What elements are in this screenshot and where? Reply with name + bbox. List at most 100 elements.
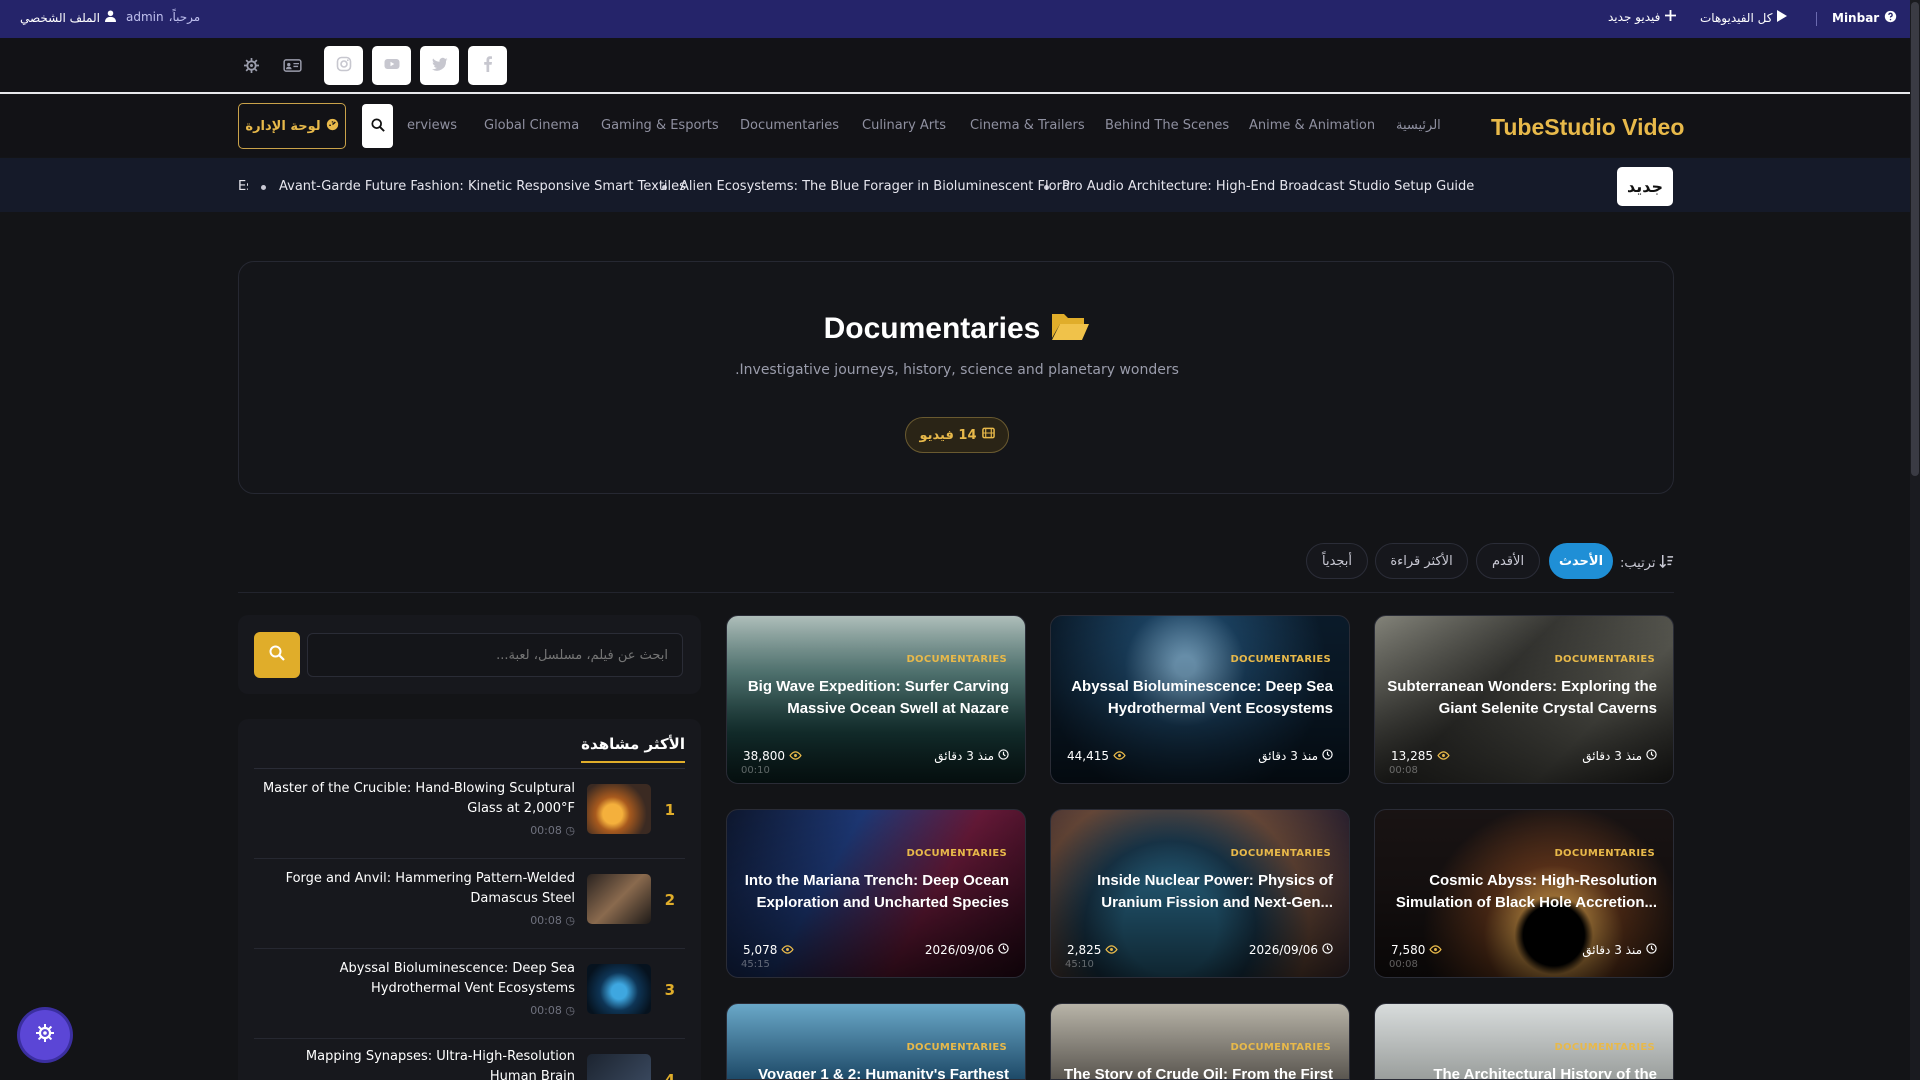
views-count: 44,415 [1067, 749, 1109, 763]
card-date: منذ 3 دقائق [1582, 943, 1657, 957]
card-date: منذ 3 دقائق [1582, 749, 1657, 763]
card-category: DOCUMENTARIES [1230, 1042, 1331, 1053]
ticker-item[interactable]: Es [238, 179, 248, 194]
theme-settings-button[interactable] [20, 1010, 70, 1060]
video-card[interactable]: DOCUMENTARIES The Story of Crude Oil: Fr… [1050, 1003, 1350, 1080]
nav-link-documentaries[interactable]: Documentaries [740, 118, 839, 133]
profile-link[interactable]: الملف الشخصي [20, 10, 116, 25]
nav-link-anime[interactable]: Anime & Animation [1249, 118, 1375, 133]
sort-label: ترتيب: [1620, 554, 1674, 573]
card-category: DOCUMENTARIES [906, 1042, 1007, 1053]
category-description: Investigative journeys, history, science… [735, 362, 1179, 378]
card-category: DOCUMENTARIES [1554, 1042, 1655, 1053]
video-thumbnail [587, 964, 651, 1014]
play-icon [1777, 10, 1788, 25]
id-card-icon[interactable] [282, 56, 302, 74]
eye-icon [781, 943, 795, 957]
nav-link-culinary[interactable]: Culinary Arts [862, 118, 946, 133]
youtube-button[interactable] [372, 46, 411, 85]
video-card[interactable]: DOCUMENTARIES Cosmic Abyss: High-Resolut… [1374, 809, 1674, 978]
card-views: 13,285 [1391, 749, 1450, 763]
film-icon [981, 427, 995, 443]
sidebar-search-input[interactable] [307, 633, 683, 677]
ticker-item[interactable]: Alien Ecosystems: The Blue Forager in Bi… [680, 179, 1070, 194]
video-card[interactable]: DOCUMENTARIES Big Wave Expedition: Surfe… [726, 615, 1026, 784]
video-duration: 00:08 ◷ [530, 1004, 575, 1017]
most-viewed-item[interactable]: 2 Forge and Anvil: Hammering Pattern-Wel… [254, 859, 685, 949]
duration-text: 00:08 [530, 824, 562, 837]
section-divider [238, 592, 1674, 593]
nav-link-gaming[interactable]: Gaming & Esports [601, 118, 719, 133]
most-viewed-item[interactable]: 4 Mapping Synapses: Ultra-High-Resolutio… [254, 1039, 685, 1080]
date-text: منذ 3 دقائق [1582, 943, 1642, 957]
gear-icon [36, 1024, 54, 1046]
nav-search-button[interactable] [362, 104, 393, 148]
sidebar-search-box [238, 615, 701, 694]
video-thumbnail [587, 1054, 651, 1080]
card-views: 2,825 [1067, 943, 1119, 957]
video-card[interactable]: DOCUMENTARIES The Architectural History … [1374, 1003, 1674, 1080]
video-count-badge: 14 فيديو [905, 417, 1009, 453]
nav-link-home[interactable]: الرئيسية [1396, 118, 1441, 133]
card-views: 44,415 [1067, 749, 1126, 763]
nav-link-global-cinema[interactable]: Global Cinema [484, 118, 579, 133]
facebook-button[interactable] [468, 46, 507, 85]
nav-link-interviews[interactable]: erviews [407, 118, 457, 133]
card-title: Abyssal Bioluminescence: Deep Sea Hydrot… [1071, 678, 1333, 717]
admin-dashboard-button[interactable]: لوحة الإدارة [238, 103, 346, 149]
video-title: Forge and Anvil: Hammering Pattern-Welde… [285, 871, 575, 906]
rank-number: 1 [664, 801, 675, 819]
sort-alphabetical[interactable]: أبجدياً [1306, 543, 1368, 579]
twitter-icon [431, 56, 448, 76]
video-count: 14 فيديو [919, 427, 977, 443]
card-category: DOCUMENTARIES [906, 848, 1007, 859]
card-category: DOCUMENTARIES [1554, 654, 1655, 665]
card-category: DOCUMENTARIES [906, 654, 1007, 665]
ticker-item[interactable]: Pro Audio Architecture: High-End Broadca… [1062, 179, 1474, 194]
twitter-button[interactable] [420, 46, 459, 85]
video-card[interactable]: DOCUMENTARIES Subterranean Wonders: Expl… [1374, 615, 1674, 784]
facebook-icon [480, 55, 496, 76]
card-title: Subterranean Wonders: Exploring the Gian… [1387, 678, 1657, 717]
topbar-brand-link[interactable]: Minbar [1832, 10, 1897, 26]
search-icon [370, 117, 385, 136]
most-viewed-item[interactable]: 1 Master of the Crucible: Hand-Blowing S… [254, 769, 685, 859]
site-logo[interactable]: TubeStudio Video [1491, 114, 1684, 141]
admin-dashboard-label: لوحة الإدارة [245, 118, 321, 134]
video-thumbnail [587, 784, 651, 834]
clock-icon [1322, 749, 1333, 763]
all-videos-link[interactable]: كل الفيديوهات [1700, 10, 1788, 25]
most-viewed-item[interactable]: 3 Abyssal Bioluminescence: Deep Sea Hydr… [254, 949, 685, 1039]
rank-number: 4 [664, 1071, 675, 1080]
duration-text: 00:08 [530, 914, 562, 927]
new-video-link[interactable]: فيديو جديد [1608, 10, 1677, 24]
views-count: 5,078 [743, 943, 778, 957]
video-card[interactable]: DOCUMENTARIES Inside Nuclear Power: Phys… [1050, 809, 1350, 978]
sort-oldest[interactable]: الأقدم [1476, 543, 1540, 579]
ticker-item[interactable]: Avant-Garde Future Fashion: Kinetic Resp… [279, 179, 686, 194]
card-views: 7,580 [1391, 943, 1443, 957]
scrollbar-thumb[interactable] [1911, 2, 1919, 476]
video-duration: 00:08 ◷ [530, 824, 575, 837]
nav-link-cinema[interactable]: Cinema & Trailers [970, 118, 1085, 133]
date-text: 2026/09/06 [1248, 943, 1318, 957]
eye-icon [1105, 943, 1119, 957]
instagram-button[interactable] [324, 46, 363, 85]
video-card[interactable]: DOCUMENTARIES Into the Mariana Trench: D… [726, 809, 1026, 978]
eye-icon [1437, 749, 1450, 763]
video-card[interactable]: DOCUMENTARIES Voyager 1 & 2: Humanity's … [726, 1003, 1026, 1080]
video-thumbnail [587, 874, 651, 924]
sidebar-search-button[interactable] [254, 632, 300, 678]
video-card[interactable]: DOCUMENTARIES Abyssal Bioluminescence: D… [1050, 615, 1350, 784]
sort-newest[interactable]: الأحدث [1549, 543, 1613, 579]
most-viewed-title: الأكثر مشاهدة [581, 735, 685, 763]
settings-gear-icon[interactable] [242, 56, 260, 74]
card-duration: 45:10 [1065, 959, 1094, 970]
card-category: DOCUMENTARIES [1230, 654, 1331, 665]
nav-link-behind-the-scenes[interactable]: Behind The Scenes [1105, 118, 1229, 133]
card-duration: 00:08 [1389, 959, 1418, 970]
folder-open-icon [1050, 310, 1090, 348]
category-title-text: Documentaries [823, 312, 1041, 345]
welcome-text: مرحباً، admin [126, 10, 200, 24]
sort-most-read[interactable]: الأكثر قراءة [1375, 543, 1468, 579]
